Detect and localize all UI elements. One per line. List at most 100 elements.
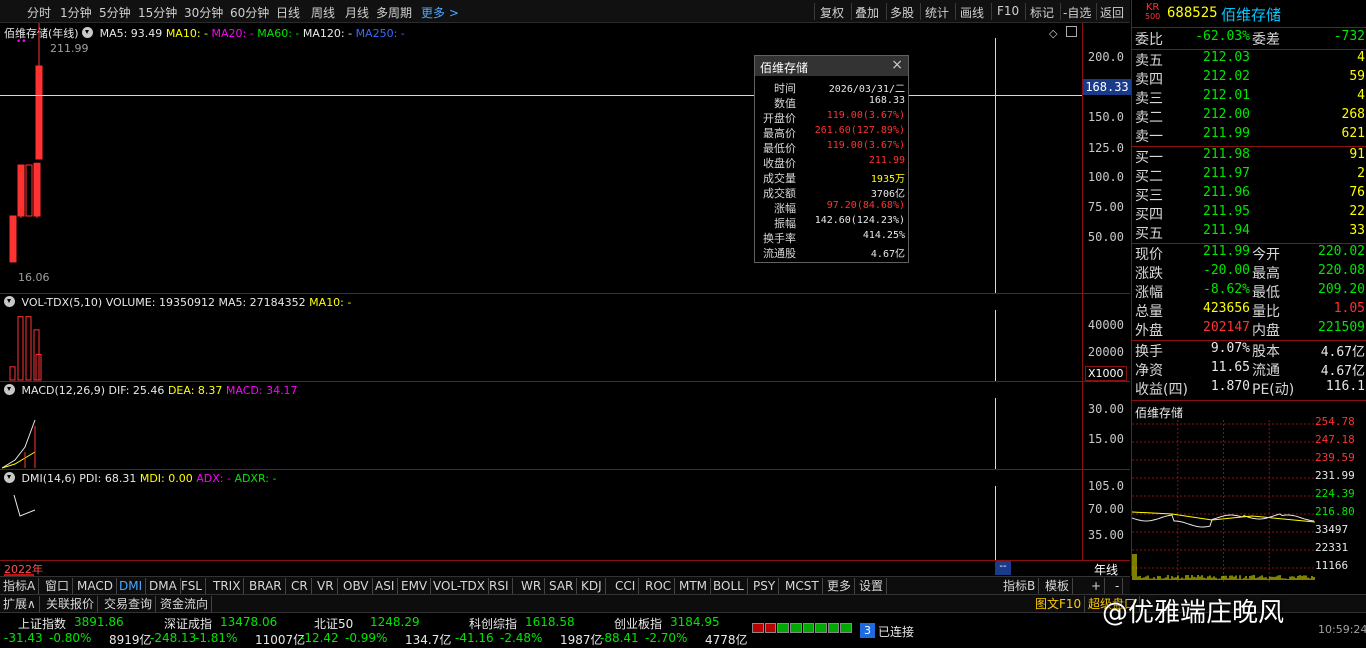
- orderbook-qty: 4: [1357, 50, 1365, 65]
- candle-body: [36, 66, 42, 159]
- volume-chart-svg: [0, 294, 1082, 382]
- tab-15min[interactable]: 15分钟: [138, 4, 177, 21]
- volume-bar: [26, 317, 31, 380]
- weibi-row: 委比 -62.03% 委差 -732: [1132, 29, 1366, 48]
- indicator-tab[interactable]: MACD: [74, 578, 117, 594]
- orderbook-row: 卖四 212.02 59: [1132, 69, 1366, 88]
- dmi-pdi-line: [14, 495, 35, 516]
- macd-panel[interactable]: MACD(12,26,9) DIF: 25.46 DEA: 8.37 MACD:…: [0, 382, 1130, 470]
- stat-value: 209.20: [1318, 282, 1365, 297]
- main-chart-panel[interactable]: 佰维存储(年线) MA5: 93.49 MA10: - MA20: - MA60…: [0, 23, 1130, 294]
- indicator-tab[interactable]: 更多: [824, 578, 855, 594]
- indicator-tab[interactable]: KDJ: [578, 578, 606, 594]
- indicator-tab[interactable]: MTM: [676, 578, 711, 594]
- tab-30min[interactable]: 30分钟: [184, 4, 223, 21]
- index-value: 1248.29: [370, 615, 420, 629]
- tab-5min[interactable]: 5分钟: [99, 4, 131, 21]
- tooltip-value: 3706亿: [871, 185, 905, 200]
- price-tick: 75.00: [1088, 200, 1124, 214]
- marker-dots: ••: [16, 37, 27, 47]
- orderbook-qty: 22: [1349, 204, 1365, 219]
- indicator-tab[interactable]: BRAR: [246, 578, 286, 594]
- volume-panel[interactable]: VOL-TDX(5,10) VOLUME: 19350912 MA5: 2718…: [0, 294, 1130, 382]
- dmi-panel[interactable]: DMI(14,6) PDI: 68.31 MDI: 0.00 ADX: - AD…: [0, 470, 1130, 561]
- macd-dif-line: [2, 420, 35, 468]
- indicator-tab[interactable]: EMV: [398, 578, 431, 594]
- indicator-tab[interactable]: MCST: [782, 578, 823, 594]
- fundamental-value: 11.65: [1172, 360, 1250, 375]
- indicator-tab[interactable]: CCI: [612, 578, 639, 594]
- tab-monthly[interactable]: 月线: [345, 4, 369, 21]
- quote-stat-row: 涨幅 -8.62% 最低 209.20: [1132, 282, 1366, 301]
- close-icon[interactable]: ×: [891, 57, 903, 73]
- extension-tab[interactable]: 扩展∧: [0, 596, 40, 612]
- extension-tab[interactable]: 资金流向: [157, 596, 212, 612]
- tab-1min[interactable]: 1分钟: [60, 4, 92, 21]
- date-axis: 2022年 -- 年线: [0, 561, 1130, 576]
- indicator-tab[interactable]: PSY: [750, 578, 779, 594]
- indicator-tab[interactable]: 窗口: [42, 578, 73, 594]
- button-back[interactable]: 返回: [1100, 4, 1124, 21]
- indicator-tab[interactable]: OBV: [340, 578, 373, 594]
- button-overlay[interactable]: 叠加: [855, 4, 879, 21]
- indicator-tab[interactable]: SAR: [546, 578, 577, 594]
- indicator-tab[interactable]: ROC: [642, 578, 675, 594]
- price-tick: 200.0: [1088, 50, 1124, 64]
- connection-status: 已连接: [878, 623, 914, 640]
- indicator-tab[interactable]: FSL: [178, 578, 206, 594]
- orderbook-level: 买三: [1135, 185, 1163, 205]
- indicator-tab[interactable]: BOLL: [710, 578, 748, 594]
- indicator-tab[interactable]: 设置: [856, 578, 887, 594]
- dmi-axis: 105.0 70.00 35.00: [1082, 470, 1130, 560]
- button-statistics[interactable]: 统计: [925, 4, 949, 21]
- indicator-tab[interactable]: CR: [288, 578, 312, 594]
- indicator-tab[interactable]: TRIX: [210, 578, 244, 594]
- tooltip-title: 佰维存储: [760, 61, 808, 75]
- indicator-tab[interactable]: VOL-TDX: [430, 578, 489, 594]
- extension-tab[interactable]: 图文F10: [1032, 596, 1085, 612]
- orderbook-qty: 33: [1349, 223, 1365, 238]
- tooltip-row: 最高价 261.60(127.89%): [755, 125, 908, 140]
- index-value: 3891.86: [74, 615, 124, 629]
- tooltip-key: 振幅: [774, 215, 796, 231]
- quote-stat-row: 现价 211.99 今开 220.02: [1132, 244, 1366, 263]
- fundamental-value: 4.67亿: [1321, 360, 1365, 379]
- indicator-tab[interactable]: WR: [518, 578, 545, 594]
- index-name: 深证成指: [164, 615, 212, 632]
- button-watchlist[interactable]: -自选: [1063, 4, 1091, 21]
- extension-tab[interactable]: 关联报价: [43, 596, 98, 612]
- tooltip-value: 119.00(3.67%): [827, 140, 905, 151]
- indicator-tab[interactable]: DMI: [116, 578, 146, 594]
- template-tab[interactable]: 模板: [1042, 578, 1073, 594]
- button-draw[interactable]: 画线: [960, 4, 984, 21]
- tooltip-key: 成交额: [763, 185, 796, 201]
- volume-unit: X1000: [1085, 366, 1127, 381]
- template-tab[interactable]: 指标B: [1000, 578, 1039, 594]
- extension-tab[interactable]: 交易查询: [101, 596, 156, 612]
- tab-60min[interactable]: 60分钟: [230, 4, 269, 21]
- button-multi-stock[interactable]: 多股: [890, 4, 914, 21]
- tooltip-value: 142.60(124.23%): [815, 215, 905, 226]
- orderbook-row: 买三 211.96 76: [1132, 185, 1366, 204]
- indicator-tab[interactable]: ASI: [372, 578, 398, 594]
- tooltip-row: 数值 168.33: [755, 95, 908, 110]
- connection-count-badge[interactable]: 3: [860, 623, 875, 638]
- tab-multi-period[interactable]: 多周期: [376, 4, 412, 21]
- orderbook-price: 212.02: [1194, 69, 1250, 84]
- button-f10[interactable]: F10: [997, 4, 1019, 18]
- indicator-tab[interactable]: VR: [314, 578, 338, 594]
- stat-value: 221509: [1318, 320, 1365, 335]
- tab-weekly[interactable]: 周线: [311, 4, 335, 21]
- indicator-tab[interactable]: DMA: [146, 578, 181, 594]
- tab-fenshi[interactable]: 分时: [27, 4, 51, 21]
- tab-daily[interactable]: 日线: [276, 4, 300, 21]
- tab-more[interactable]: 更多 >: [421, 4, 459, 21]
- button-fuquan[interactable]: 复权: [820, 4, 844, 21]
- button-mark[interactable]: 标记: [1030, 4, 1054, 21]
- indicator-tab[interactable]: 指标A: [0, 578, 39, 594]
- stat-label: 现价: [1135, 244, 1163, 264]
- orderbook-qty: 4: [1357, 88, 1365, 103]
- tooltip-key: 最低价: [763, 140, 796, 156]
- indicator-tab[interactable]: RSI: [486, 578, 513, 594]
- orderbook-qty: 76: [1349, 185, 1365, 200]
